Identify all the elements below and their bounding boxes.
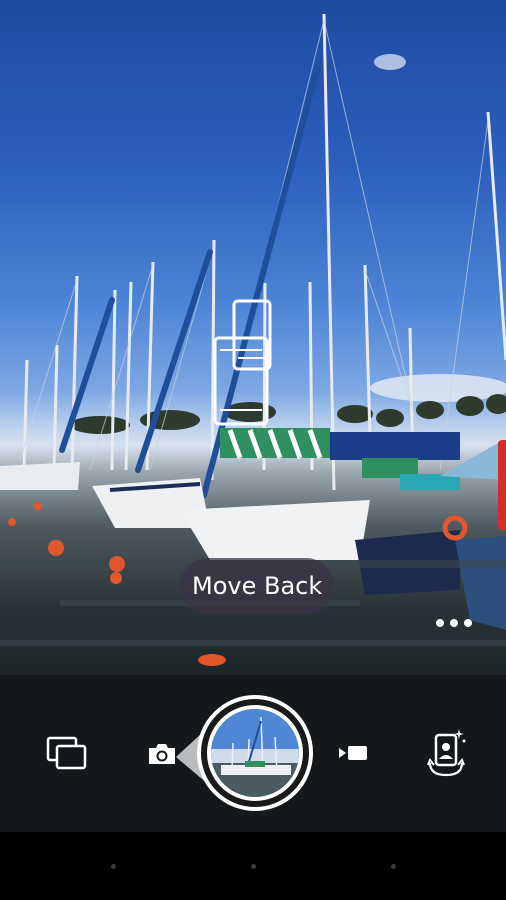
recents-icon[interactable] <box>391 864 396 869</box>
shutter-preview-thumbnail <box>207 705 303 801</box>
move-back-toast: Move Back <box>180 558 335 614</box>
more-dots-icon[interactable] <box>430 610 478 636</box>
red-object-edge <box>498 440 506 530</box>
switch-camera-icon[interactable] <box>420 723 472 783</box>
back-icon[interactable] <box>111 864 116 869</box>
camera-viewfinder[interactable]: Move Back <box>0 0 506 675</box>
gallery-icon[interactable] <box>40 731 94 775</box>
system-navigation-bar <box>0 832 506 900</box>
home-icon[interactable] <box>251 864 256 869</box>
camera-controls-bar <box>0 675 506 832</box>
shutter-button-preview[interactable] <box>197 695 313 811</box>
phone-move-back-icon <box>213 299 272 426</box>
camera-screen: Move Back <box>0 0 506 900</box>
camera-icon[interactable] <box>142 737 182 771</box>
video-camera-icon[interactable] <box>333 739 373 767</box>
